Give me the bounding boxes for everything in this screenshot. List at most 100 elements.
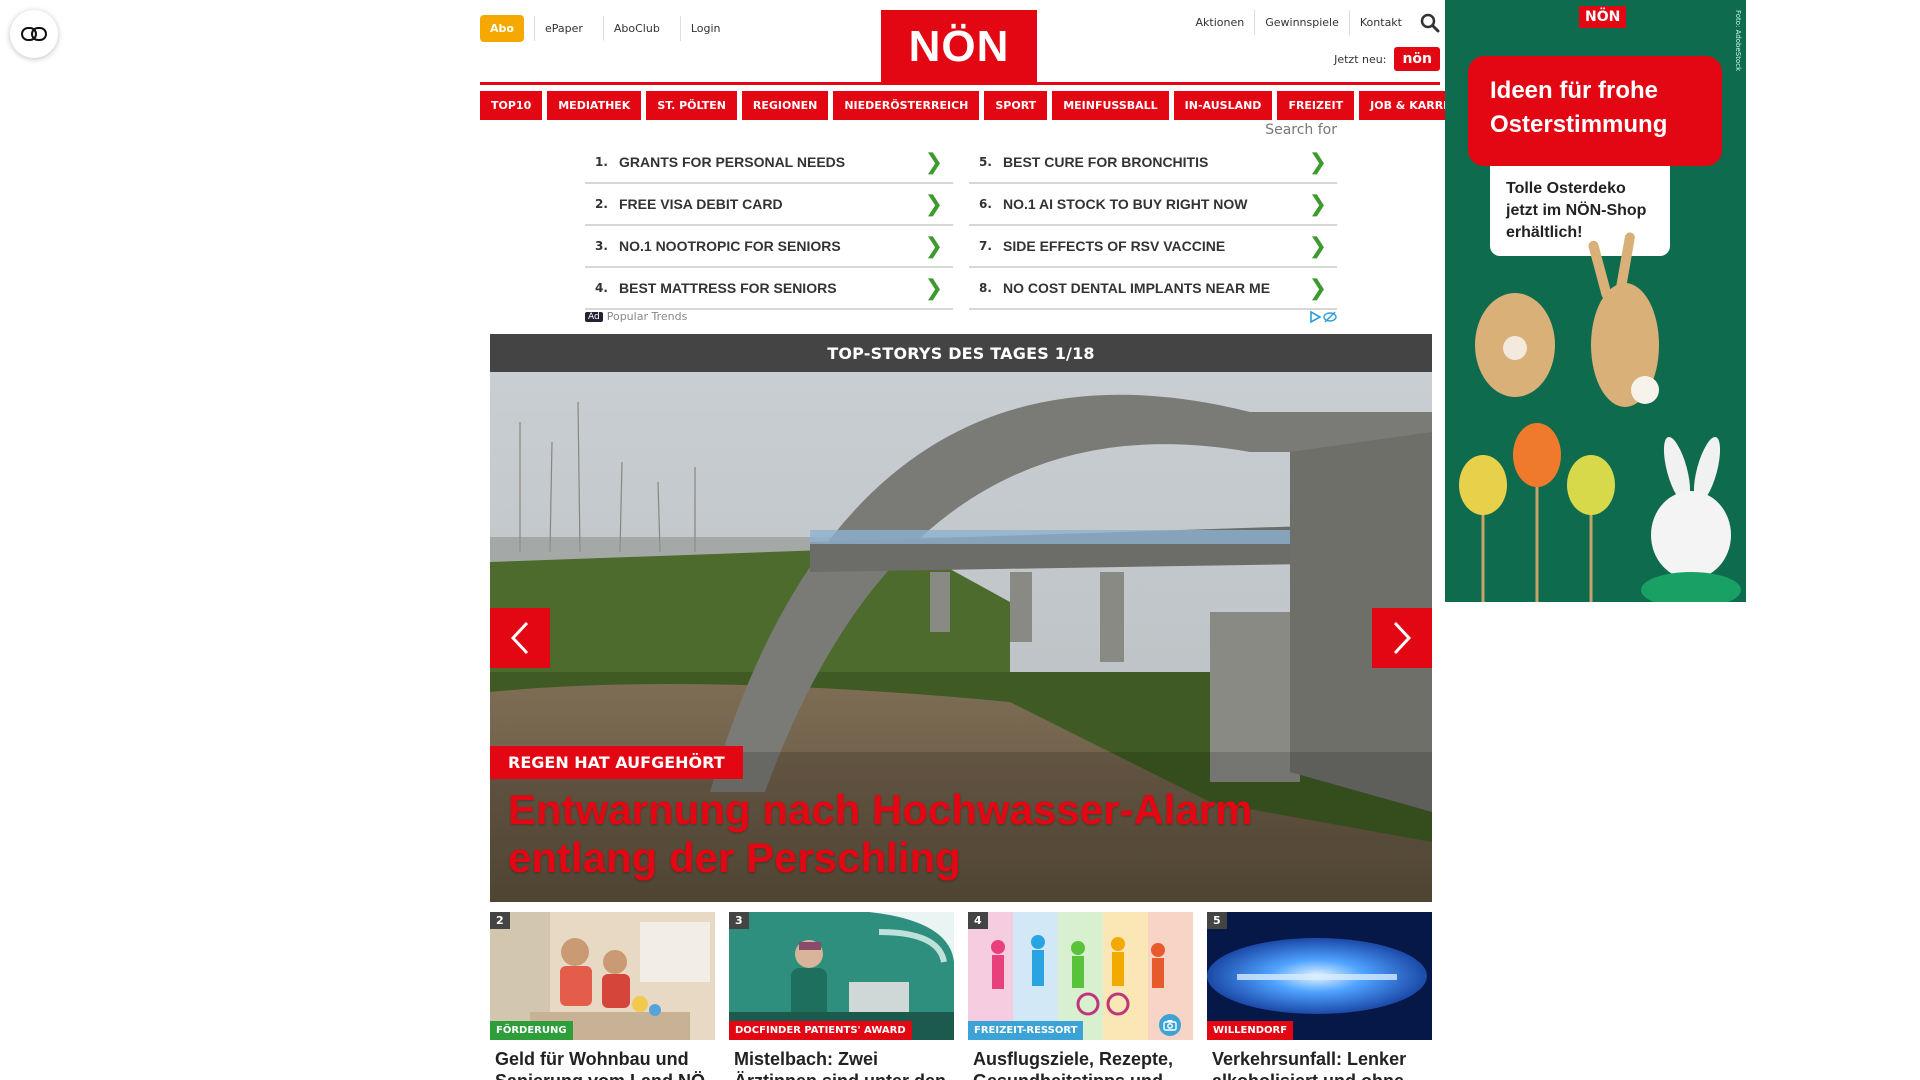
chevron-right-icon: ❯ (924, 233, 943, 259)
jetzt-neu-label: Jetzt neu: (1334, 52, 1387, 66)
nav-item-regionen[interactable]: REGIONEN (741, 91, 829, 120)
chevron-right-icon: ❯ (924, 275, 943, 301)
card-number: 4 (968, 912, 988, 929)
sponsored-search-item[interactable]: 4. BEST MATTRESS FOR SENIORS ❯ (585, 268, 953, 310)
accessibility-button[interactable] (10, 10, 58, 58)
item-number: 2. (595, 197, 608, 211)
nav-item-mediathek[interactable]: MEDIATHEK (547, 91, 642, 120)
ad-badge: Ad (585, 311, 603, 322)
nav-item-st-poelten[interactable]: ST. PÖLTEN (646, 91, 737, 120)
gallery-camera-badge (1159, 1014, 1181, 1036)
top-stories-title: TOP-STORYS DES TAGES 1/18 (490, 334, 1432, 372)
sponsored-search-item[interactable]: 8. NO COST DENTAL IMPLANTS NEAR ME ❯ (969, 268, 1337, 310)
teaser-image: 4 FREIZEIT-RESSORT (968, 912, 1193, 1040)
teaser-card[interactable]: 4 FREIZEIT-RESSORT Ausflugsziele, Rezept… (968, 912, 1193, 1080)
item-text: NO COST DENTAL IMPLANTS NEAR ME (1003, 280, 1271, 296)
card-tag: DOCFINDER PATIENTS' AWARD (729, 1021, 912, 1040)
chevron-right-icon: ❯ (1308, 149, 1327, 175)
aboclub-link[interactable]: AboClub (602, 16, 670, 41)
adchoices-icon[interactable] (1309, 310, 1337, 323)
sponsored-search-item[interactable]: 5. BEST CURE FOR BRONCHITIS ❯ (969, 142, 1337, 184)
chevron-right-icon: ❯ (1308, 275, 1327, 301)
hero-next-button[interactable] (1372, 608, 1432, 668)
card-number: 5 (1207, 912, 1227, 929)
aktionen-link[interactable]: Aktionen (1186, 10, 1256, 35)
accessibility-toggle-icon (21, 27, 47, 41)
nav-item-niederoesterreich[interactable]: NIEDERÖSTERREICH (833, 91, 980, 120)
teaser-card[interactable]: 2 FÖRDERUNG Geld für Wohnbau und Sanieru… (490, 912, 715, 1080)
top-left-links: Abo ePaper AboClub Login (480, 15, 731, 42)
ad-photo-credit: Foto: AdobeStock (1734, 10, 1742, 72)
chevron-right-icon: ❯ (924, 149, 943, 175)
chevron-right-icon: ❯ (1308, 233, 1327, 259)
gewinnspiele-link[interactable]: Gewinnspiele (1255, 10, 1350, 35)
item-text: BEST MATTRESS FOR SENIORS (619, 280, 837, 296)
chevron-right-icon (1393, 621, 1412, 655)
card-number: 3 (729, 912, 749, 929)
top-right-links: Aktionen Gewinnspiele Kontakt (1186, 10, 1440, 35)
nav-item-top10[interactable]: TOP10 (480, 91, 543, 120)
card-title[interactable]: Verkehrsunfall: Lenker alkoholisiert und… (1207, 1040, 1432, 1080)
item-text: NO.1 AI STOCK TO BUY RIGHT NOW (1003, 196, 1248, 212)
chevron-left-icon (510, 621, 529, 655)
item-text: SIDE EFFECTS OF RSV VACCINE (1003, 238, 1226, 254)
epaper-link[interactable]: ePaper (533, 16, 593, 41)
teaser-card[interactable]: 5 WILLENDORF Verkehrsunfall: Lenker alko… (1207, 912, 1432, 1080)
nav-item-sport[interactable]: SPORT (984, 91, 1048, 120)
easter-shop-ad[interactable]: NÖN Foto: AdobeStock Ideen für frohe Ost… (1445, 0, 1746, 602)
kontakt-link[interactable]: Kontakt (1350, 10, 1412, 35)
chevron-right-icon: ❯ (924, 191, 943, 217)
main-navigation: TOP10 MEDIATHEK ST. PÖLTEN REGIONEN NIED… (480, 82, 1482, 120)
sponsored-search-item[interactable]: 7. SIDE EFFECTS OF RSV VACCINE ❯ (969, 226, 1337, 268)
popular-trends-label[interactable]: Popular Trends (607, 310, 688, 323)
hero-kicker: REGEN HAT AUFGEHÖRT (490, 746, 743, 779)
teaser-image: 5 WILLENDORF (1207, 912, 1432, 1040)
item-number: 5. (979, 155, 992, 169)
hero-slide[interactable]: REGEN HAT AUFGEHÖRT Entwarnung nach Hoch… (490, 372, 1432, 902)
card-tag: WILLENDORF (1207, 1021, 1294, 1040)
sponsored-search-item[interactable]: 3. NO.1 NOOTROPIC FOR SENIORS ❯ (585, 226, 953, 268)
ad-logo: NÖN (1579, 6, 1627, 28)
nav-item-meinfussball[interactable]: MEINFUSSBALL (1052, 91, 1169, 120)
sponsored-search-item[interactable]: 2. FREE VISA DEBIT CARD ❯ (585, 184, 953, 226)
item-number: 8. (979, 281, 992, 295)
card-tag: FÖRDERUNG (490, 1021, 573, 1040)
teaser-image: 3 DOCFINDER PATIENTS' AWARD (729, 912, 954, 1040)
login-link[interactable]: Login (679, 16, 731, 41)
card-title[interactable]: Geld für Wohnbau und Sanierung vom Land … (490, 1040, 715, 1080)
jetzt-neu: Jetzt neu: nön (1334, 47, 1440, 71)
nav-item-freizeit[interactable]: FREIZEIT (1277, 91, 1355, 120)
card-tag: FREIZEIT-RESSORT (968, 1021, 1084, 1040)
camera-icon (1163, 1020, 1177, 1031)
item-number: 3. (595, 239, 608, 253)
item-text: FREE VISA DEBIT CARD (619, 196, 783, 212)
sponsored-search-item[interactable]: 6. NO.1 AI STOCK TO BUY RIGHT NOW ❯ (969, 184, 1337, 226)
ad-subline: Tolle Osterdeko jetzt im NÖN-Shop erhält… (1490, 166, 1670, 256)
card-title[interactable]: Ausflugsziele, Rezepte, Gesundheitstipps… (968, 1040, 1193, 1080)
hero-prev-button[interactable] (490, 608, 550, 668)
jetzt-neu-badge[interactable]: nön (1394, 47, 1440, 71)
card-title[interactable]: Mistelbach: Zwei Ärztinnen sind unter de… (729, 1040, 954, 1080)
site-logo[interactable]: NÖN (881, 10, 1037, 84)
site-header: Abo ePaper AboClub Login NÖN Aktionen Ge… (480, 0, 1440, 84)
item-number: 1. (595, 155, 608, 169)
abo-button[interactable]: Abo (480, 15, 524, 42)
item-number: 6. (979, 197, 992, 211)
chevron-right-icon: ❯ (1308, 191, 1327, 217)
ad-headline: Ideen für frohe Osterstimmung (1468, 56, 1722, 166)
sponsored-search-item[interactable]: 1. GRANTS FOR PERSONAL NEEDS ❯ (585, 142, 953, 184)
item-number: 7. (979, 239, 992, 253)
teaser-cards: 2 FÖRDERUNG Geld für Wohnbau und Sanieru… (490, 912, 1432, 1080)
teaser-card[interactable]: 3 DOCFINDER PATIENTS' AWARD Mistelbach: … (729, 912, 954, 1080)
sponsored-footer: Ad Popular Trends (585, 310, 1337, 323)
sponsored-search-grid: 1. GRANTS FOR PERSONAL NEEDS ❯ 5. BEST CURE… (585, 142, 1337, 310)
hero-headline[interactable]: Entwarnung nach Hochwasser-Alarm entlang… (508, 786, 1408, 882)
nav-item-in-ausland[interactable]: IN-AUSLAND (1173, 91, 1273, 120)
item-text: NO.1 NOOTROPIC FOR SENIORS (619, 238, 841, 254)
item-text: GRANTS FOR PERSONAL NEEDS (619, 154, 846, 170)
item-text: BEST CURE FOR BRONCHITIS (1003, 154, 1209, 170)
card-number: 2 (490, 912, 510, 929)
sponsored-search-block: Search for 1. GRANTS FOR PERSONAL NEEDS ❯ … (585, 122, 1337, 328)
search-for-label: Search for (1265, 122, 1337, 138)
search-icon[interactable] (1420, 13, 1440, 33)
